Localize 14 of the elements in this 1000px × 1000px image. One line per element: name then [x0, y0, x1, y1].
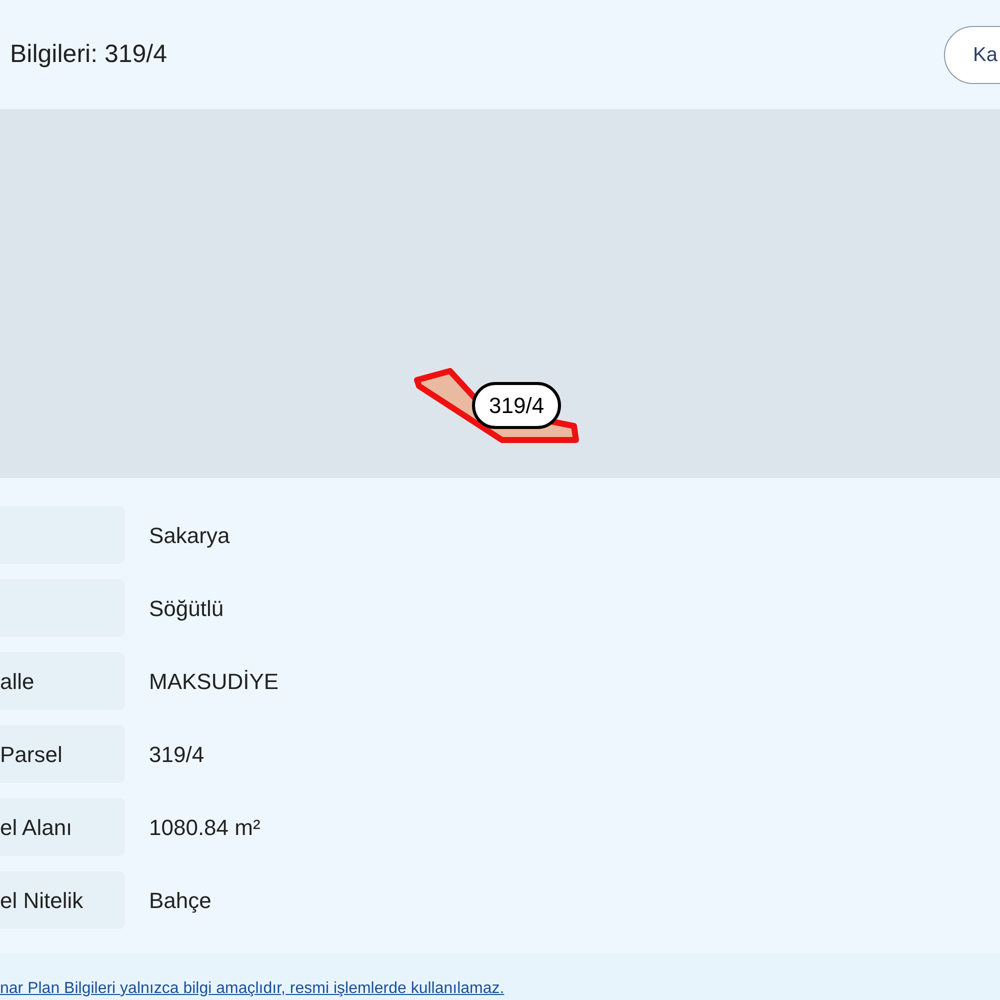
header-button[interactable]: Ka: [944, 26, 1000, 84]
field-label: el Nitelik: [0, 871, 125, 929]
field-label: alle: [0, 652, 125, 710]
panel-title: Bilgileri: 319/4: [10, 38, 168, 70]
field-value: Sakarya: [149, 522, 230, 550]
field-label: Parsel: [0, 725, 125, 783]
field-label: el Alanı: [0, 798, 125, 856]
field-value: MAKSUDİYE: [149, 668, 279, 696]
field-value: Bahçe: [149, 886, 212, 915]
field-value: Söğütlü: [149, 594, 224, 623]
parcel-label: 319/4: [472, 382, 562, 429]
disclaimer-link[interactable]: nar Plan Bilgileri yalnızca bilgi amaçlıdır, resmi işlemlerde kullanılamaz.: [0, 980, 504, 998]
field-value: 319/4: [149, 740, 204, 768]
field-value: 1080.84 m²: [149, 814, 260, 842]
